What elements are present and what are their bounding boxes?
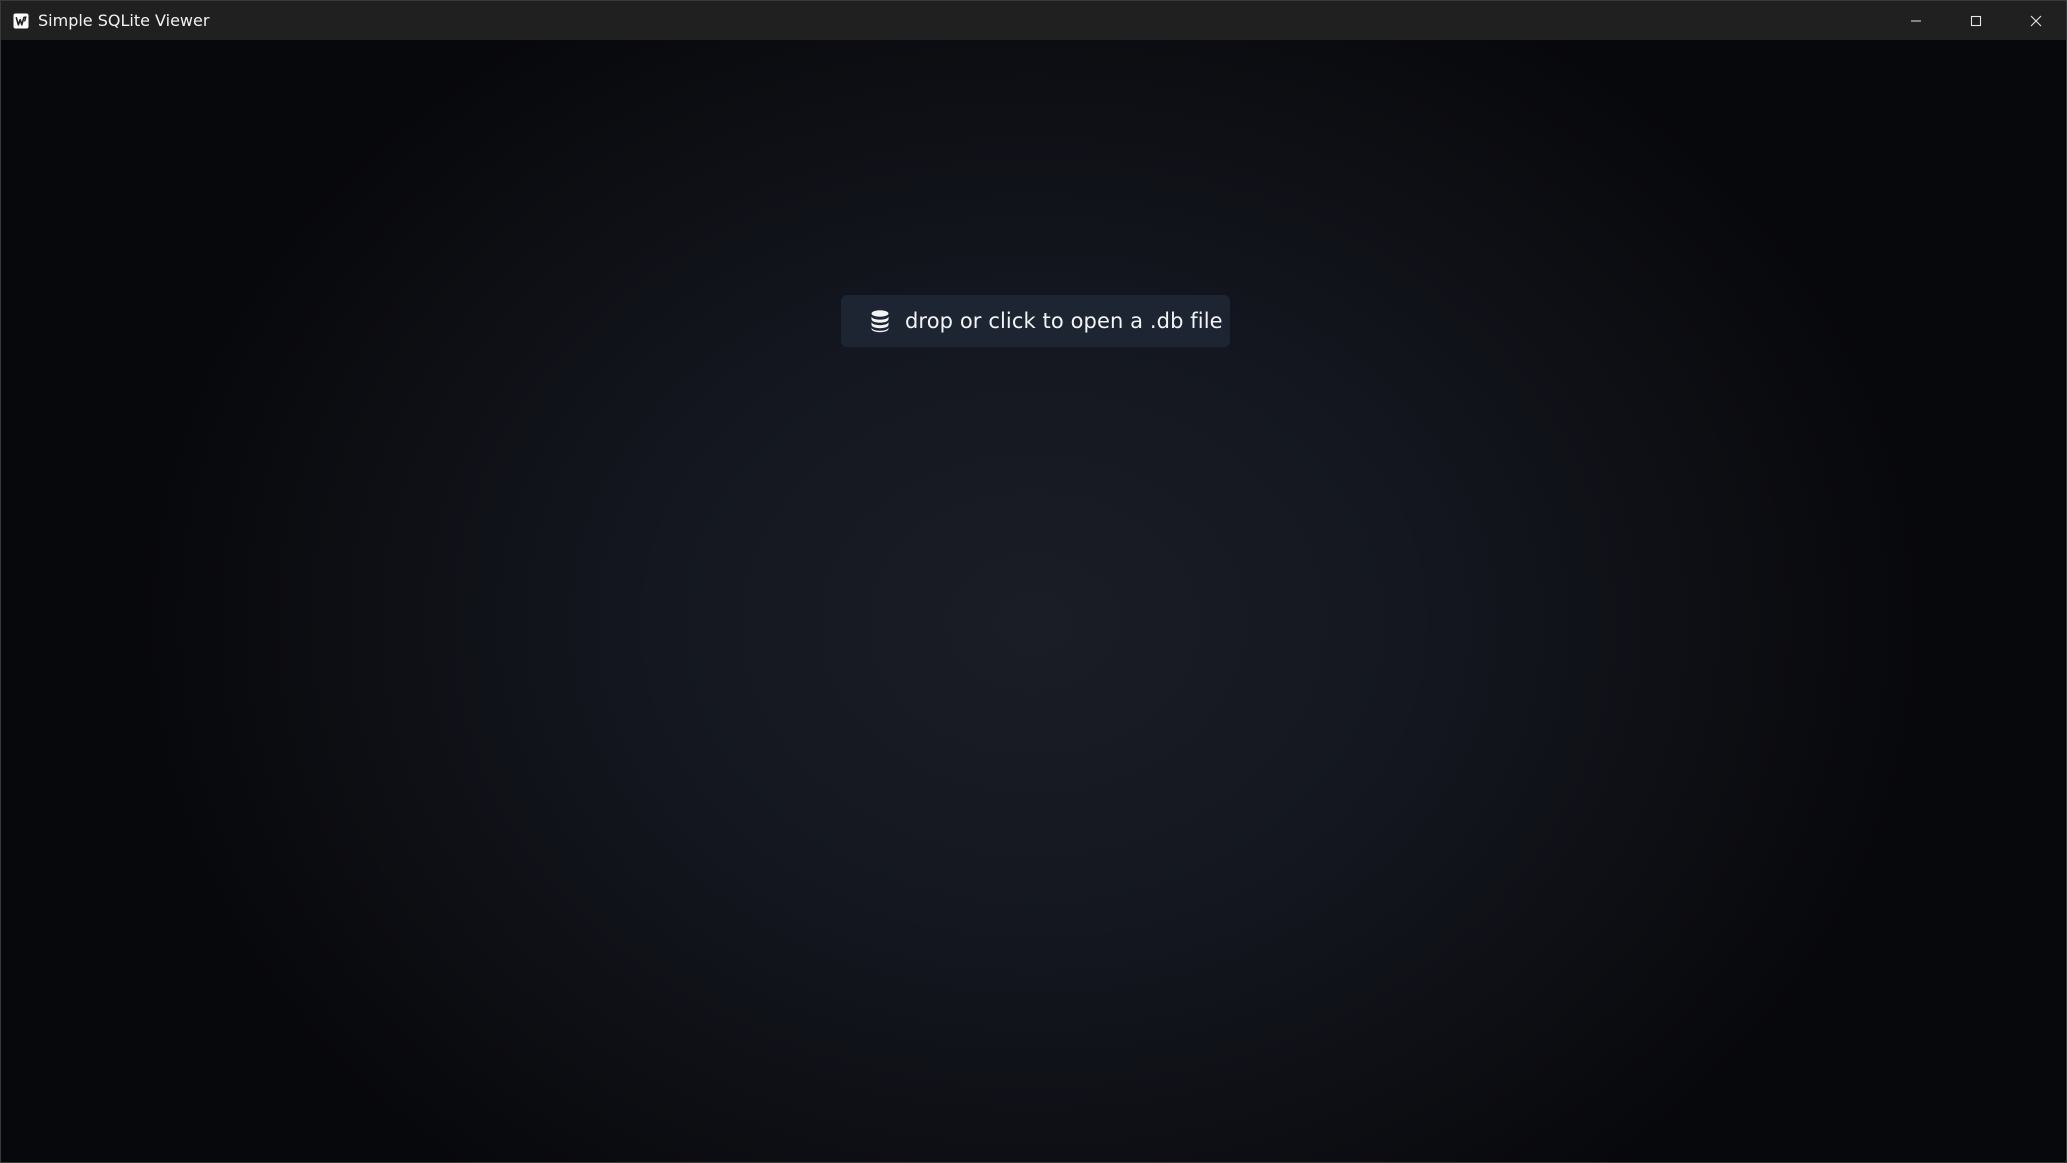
open-db-label: drop or click to open a .db file bbox=[905, 309, 1223, 333]
window-controls bbox=[1886, 1, 2066, 40]
maximize-button[interactable] bbox=[1946, 1, 2006, 40]
database-icon bbox=[869, 309, 891, 333]
minimize-icon bbox=[1910, 15, 1922, 27]
close-button[interactable] bbox=[2006, 1, 2066, 40]
open-db-button[interactable]: drop or click to open a .db file bbox=[841, 295, 1230, 347]
maximize-icon bbox=[1970, 15, 1982, 27]
drop-zone[interactable]: drop or click to open a .db file bbox=[1, 40, 2066, 1162]
title-bar[interactable]: Simple SQLite Viewer bbox=[1, 1, 2066, 40]
window-title: Simple SQLite Viewer bbox=[38, 11, 210, 30]
app-window: Simple SQLite Viewer drop or click to op… bbox=[0, 0, 2067, 1163]
minimize-button[interactable] bbox=[1886, 1, 1946, 40]
app-logo-icon bbox=[13, 13, 29, 29]
close-icon bbox=[2030, 15, 2042, 27]
